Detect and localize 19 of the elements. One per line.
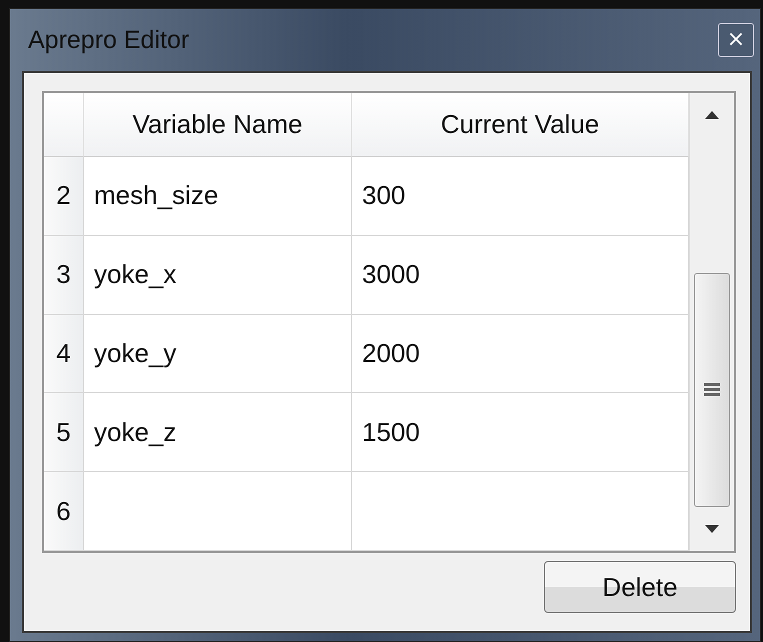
- header-corner: [44, 93, 84, 157]
- column-header[interactable]: Variable Name: [84, 93, 352, 157]
- scroll-down-icon[interactable]: [705, 525, 719, 533]
- table-cell: mesh_size: [84, 157, 352, 236]
- row-number: 2: [44, 157, 84, 236]
- row-number: 4: [44, 314, 84, 394]
- row-number: 3: [44, 236, 84, 315]
- window-title: Aprepro Editor: [27, 26, 190, 54]
- scroll-up-icon[interactable]: [705, 111, 719, 119]
- table-cell: yoke_y: [84, 314, 352, 394]
- column-header[interactable]: Current Value: [352, 93, 689, 157]
- close-button[interactable]: ×: [718, 23, 754, 57]
- delete-button[interactable]: Delete: [544, 561, 736, 613]
- table-cell: yoke_z: [84, 393, 352, 472]
- row-number: 6: [44, 472, 84, 551]
- table-cell: yoke_x: [84, 236, 352, 315]
- scroll-thumb[interactable]: [694, 273, 730, 507]
- row-number: 5: [44, 393, 84, 472]
- vertical-scrollbar[interactable]: [689, 93, 734, 551]
